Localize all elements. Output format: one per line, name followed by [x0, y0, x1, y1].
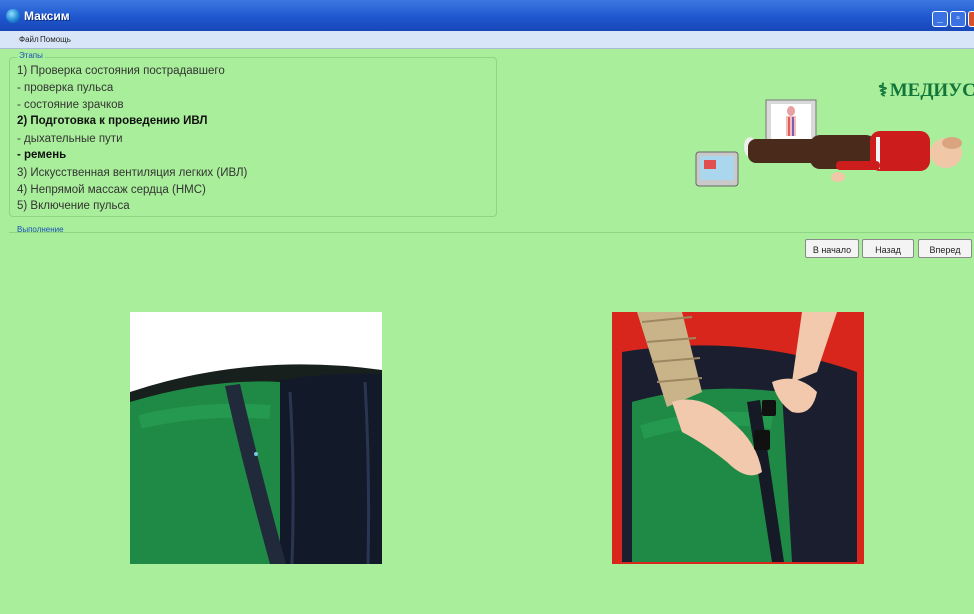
belt-photo-right — [612, 312, 864, 564]
close-button[interactable] — [968, 11, 974, 27]
menu-file[interactable]: Файл — [19, 35, 39, 44]
window-title: Максим — [24, 9, 70, 23]
belt-photo-left — [130, 312, 382, 564]
back-button[interactable]: Назад — [862, 239, 914, 258]
title-bar: Максим _ ▫ — [0, 0, 974, 31]
stage-item[interactable]: 4) Непрямой массаж сердца (НМС) — [17, 184, 206, 196]
minimize-button[interactable]: _ — [932, 11, 948, 27]
globe-icon — [6, 9, 20, 23]
stage-item[interactable]: 5) Включение пульса — [17, 200, 130, 212]
stage-item[interactable]: - проверка пульса — [17, 82, 113, 94]
stage-item[interactable]: 3) Искусственная вентиляция легких (ИВЛ) — [17, 167, 247, 179]
menu-bar: Файл Помощь — [0, 31, 974, 49]
menu-help[interactable]: Помощь — [40, 35, 71, 44]
stage-item[interactable]: - дыхательные пути — [17, 133, 123, 145]
maximize-button[interactable]: ▫ — [950, 11, 966, 27]
monitor-device — [695, 151, 739, 187]
mannequin-illustration — [695, 99, 962, 187]
stage-item[interactable]: - состояние зрачков — [17, 99, 124, 111]
stage-item-current[interactable]: - ремень — [17, 149, 66, 161]
start-button[interactable]: В начало — [805, 239, 859, 258]
forward-button[interactable]: Вперед — [918, 239, 972, 258]
stages-caption: Этапы — [17, 51, 45, 60]
execution-divider — [9, 232, 974, 233]
stage-item[interactable]: 2) Подготовка к проведению ИВЛ — [17, 115, 208, 127]
stage-item[interactable]: 1) Проверка состояния пострадавшего — [17, 65, 225, 77]
